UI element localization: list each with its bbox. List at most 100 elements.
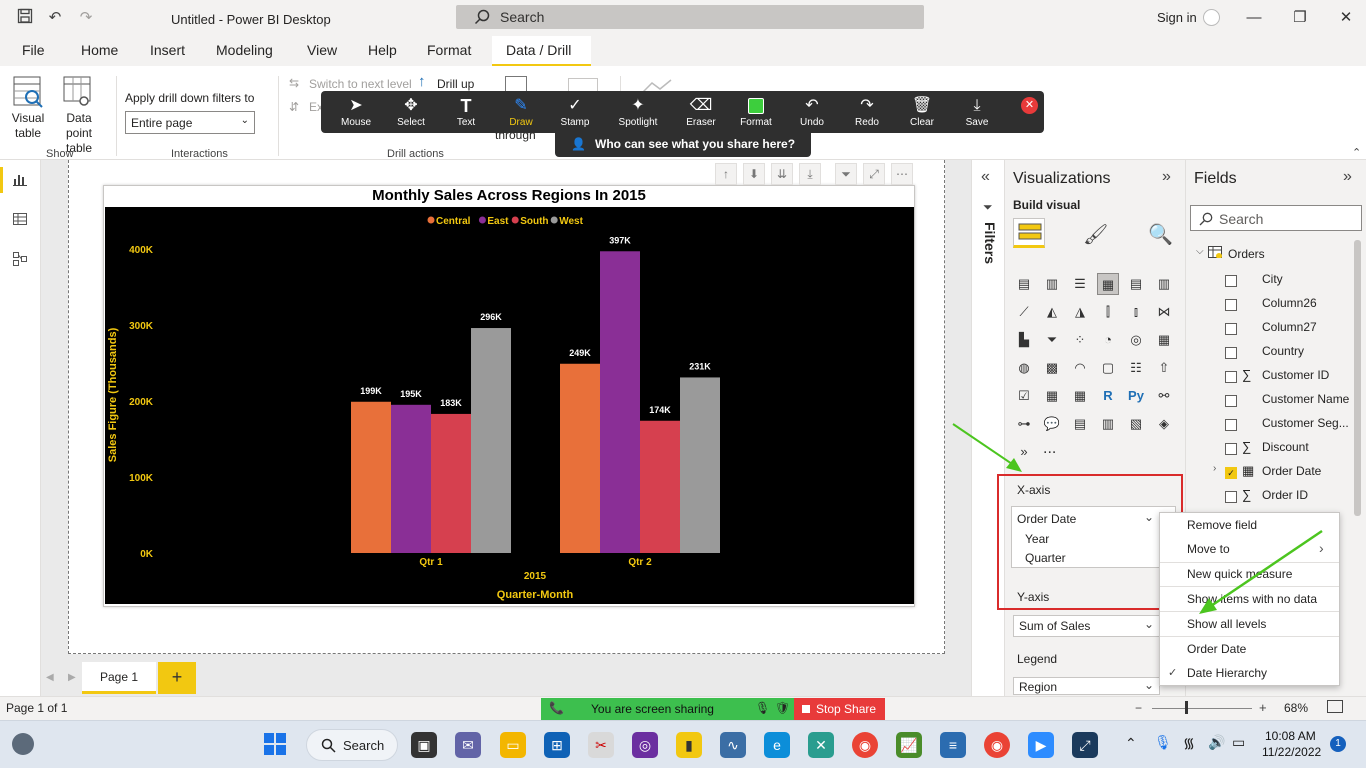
fields-scrollbar[interactable] <box>1354 240 1361 516</box>
build-visual-tab[interactable] <box>1013 218 1045 248</box>
zoom-level[interactable]: 68% <box>1284 701 1308 715</box>
power-automate-visual-icon[interactable]: » <box>1013 441 1035 463</box>
zoom-app-icon[interactable]: ▶ <box>1028 732 1054 758</box>
menu-date-hierarchy[interactable]: Date Hierarchy <box>1187 666 1267 680</box>
focus-mode-icon[interactable]: ⤢ <box>863 163 885 185</box>
x-axis-level-quarter[interactable]: Quarter <box>1025 551 1066 565</box>
title-search-box[interactable]: Search <box>456 5 924 29</box>
field-checkbox[interactable] <box>1225 371 1237 383</box>
x-axis-field[interactable]: Order Date <box>1017 512 1076 526</box>
zoom-slider-track[interactable] <box>1152 708 1252 709</box>
mic-icon[interactable]: 🎙 <box>755 701 770 715</box>
stacked-bar-visual-icon[interactable]: ▤ <box>1013 273 1035 295</box>
xmind-icon[interactable]: ✕ <box>808 732 834 758</box>
narrative-visual-icon[interactable]: ▤ <box>1069 413 1091 435</box>
annot-stamp-button[interactable]: ✓ Stamp <box>548 91 602 133</box>
donut-visual-icon[interactable]: ◎ <box>1125 329 1147 351</box>
field-item[interactable]: Column26 <box>1224 295 1364 319</box>
scroll-right-icon[interactable]: ▶ <box>68 672 76 683</box>
field-checkbox[interactable] <box>1225 275 1237 287</box>
drill-up-arrow-icon[interactable]: ↑ <box>715 163 737 185</box>
100-column-visual-icon[interactable]: ▥ <box>1153 273 1175 295</box>
chevron-right-icon[interactable]: › <box>1213 463 1216 474</box>
filled-map-visual-icon[interactable]: ▩ <box>1041 357 1063 379</box>
taskbar-search[interactable]: Search <box>306 729 398 761</box>
who-can-see-banner[interactable]: 👤 Who can see what you share here? <box>555 133 811 157</box>
field-checkbox[interactable] <box>1225 347 1237 359</box>
page-tab-page1[interactable]: Page 1 <box>82 662 156 694</box>
field-item[interactable]: City <box>1224 271 1364 295</box>
more-options-icon[interactable]: ⋯ <box>891 163 913 185</box>
annot-spotlight-button[interactable]: ✦ Spotlight <box>611 91 665 133</box>
menu-new-quick-measure[interactable]: New quick measure <box>1187 567 1292 581</box>
analytics-icon[interactable]: 🔍 <box>1148 222 1173 247</box>
restore-icon[interactable]: ❐ <box>1288 6 1312 30</box>
more-visuals-button[interactable]: ... <box>1043 440 1056 458</box>
chevron-up-icon[interactable]: ⌃ <box>1125 735 1137 752</box>
visual-table-icon[interactable] <box>12 75 44 111</box>
field-checkbox[interactable] <box>1225 299 1237 311</box>
stop-share-button[interactable]: Stop Share <box>794 698 885 720</box>
field-checkbox[interactable]: ✓ <box>1225 467 1237 479</box>
annot-undo-button[interactable]: ↶ Undo <box>785 91 839 133</box>
account-avatar[interactable] <box>1203 9 1220 26</box>
teams-icon[interactable]: ✉ <box>455 732 481 758</box>
card-visual-icon[interactable]: ▢ <box>1097 357 1119 379</box>
add-page-button[interactable]: + <box>158 662 196 694</box>
power-bi-icon[interactable]: ▮ <box>676 732 702 758</box>
switch-next-level-button[interactable]: Switch to next level <box>309 77 412 91</box>
fields-search-input[interactable]: Search <box>1190 205 1362 231</box>
battery-icon[interactable]: ▭ <box>1232 734 1245 751</box>
zoom-in-icon[interactable]: + <box>1259 700 1267 715</box>
data-view-icon[interactable] <box>10 211 30 231</box>
map-visual-icon[interactable]: ◍ <box>1013 357 1035 379</box>
notepad-icon[interactable]: ≡ <box>940 732 966 758</box>
pie-visual-icon[interactable]: ◔ <box>1097 329 1119 351</box>
close-window-icon[interactable]: ✕ <box>1334 6 1358 30</box>
remote-app-icon[interactable]: ⤢ <box>1072 732 1098 758</box>
legend-well[interactable]: Region <box>1013 677 1160 695</box>
scroll-left-icon[interactable]: ◀ <box>46 672 54 683</box>
kpi-visual-icon[interactable]: ⇧ <box>1153 357 1175 379</box>
widgets-icon[interactable] <box>12 733 34 755</box>
x-axis-level-year[interactable]: Year <box>1025 532 1049 546</box>
chrome-icon[interactable]: ◉ <box>852 732 878 758</box>
microphone-icon[interactable]: 🎙 <box>1154 734 1172 751</box>
field-checkbox[interactable] <box>1225 443 1237 455</box>
report-view-icon[interactable] <box>10 171 30 191</box>
matrix-visual-icon[interactable]: ▦ <box>1069 385 1091 407</box>
visual-table-button[interactable]: Visual table <box>8 111 48 141</box>
menu-show-items-no-data[interactable]: Show items with no data <box>1187 592 1317 606</box>
fit-to-page-icon[interactable] <box>1327 700 1343 713</box>
menu-remove-field[interactable]: Remove field <box>1187 518 1257 532</box>
filters-label[interactable]: Filters <box>978 222 998 264</box>
line-clustered-visual-icon[interactable]: ⫾ <box>1125 301 1147 323</box>
clustered-bar-visual-icon[interactable]: ☰ <box>1069 273 1091 295</box>
power-apps-visual-icon[interactable]: ◈ <box>1153 413 1175 435</box>
tab-format[interactable]: Format <box>427 42 471 58</box>
field-item[interactable]: Customer Name <box>1224 391 1364 415</box>
chrome-profile-icon[interactable]: ◉ <box>984 732 1010 758</box>
100-bar-visual-icon[interactable]: ▤ <box>1125 273 1147 295</box>
annot-select-button[interactable]: ✥ Select <box>384 91 438 133</box>
performance-monitor-icon[interactable]: ∿ <box>720 732 746 758</box>
tab-help[interactable]: Help <box>368 42 397 58</box>
charting-app-icon[interactable]: 📈 <box>896 732 922 758</box>
field-checkbox[interactable] <box>1225 419 1237 431</box>
tab-modeling[interactable]: Modeling <box>216 42 273 58</box>
store-icon[interactable]: ⊞ <box>544 732 570 758</box>
zoom-slider-thumb[interactable] <box>1185 701 1188 714</box>
table-orders[interactable]: Orders <box>1228 247 1265 261</box>
table-visual-icon[interactable]: ▦ <box>1041 385 1063 407</box>
model-view-icon[interactable] <box>10 251 30 271</box>
r-script-visual-icon[interactable]: R <box>1097 385 1119 407</box>
field-item[interactable]: ∑ Customer ID <box>1224 367 1364 391</box>
chevron-down-icon[interactable]: ⌵ <box>1196 246 1204 257</box>
annot-mouse-button[interactable]: ➤ Mouse <box>329 91 383 133</box>
clustered-column-visual-icon[interactable]: ▦ <box>1097 273 1119 295</box>
field-item[interactable]: ∑ Order ID <box>1224 487 1364 511</box>
qa-visual-icon[interactable]: 💬 <box>1041 413 1063 435</box>
drill-down-toggle-icon[interactable]: ⬇ <box>743 163 765 185</box>
annot-clear-button[interactable]: 🗑 Clear <box>895 91 949 133</box>
field-item[interactable]: Customer Seg... <box>1224 415 1364 439</box>
